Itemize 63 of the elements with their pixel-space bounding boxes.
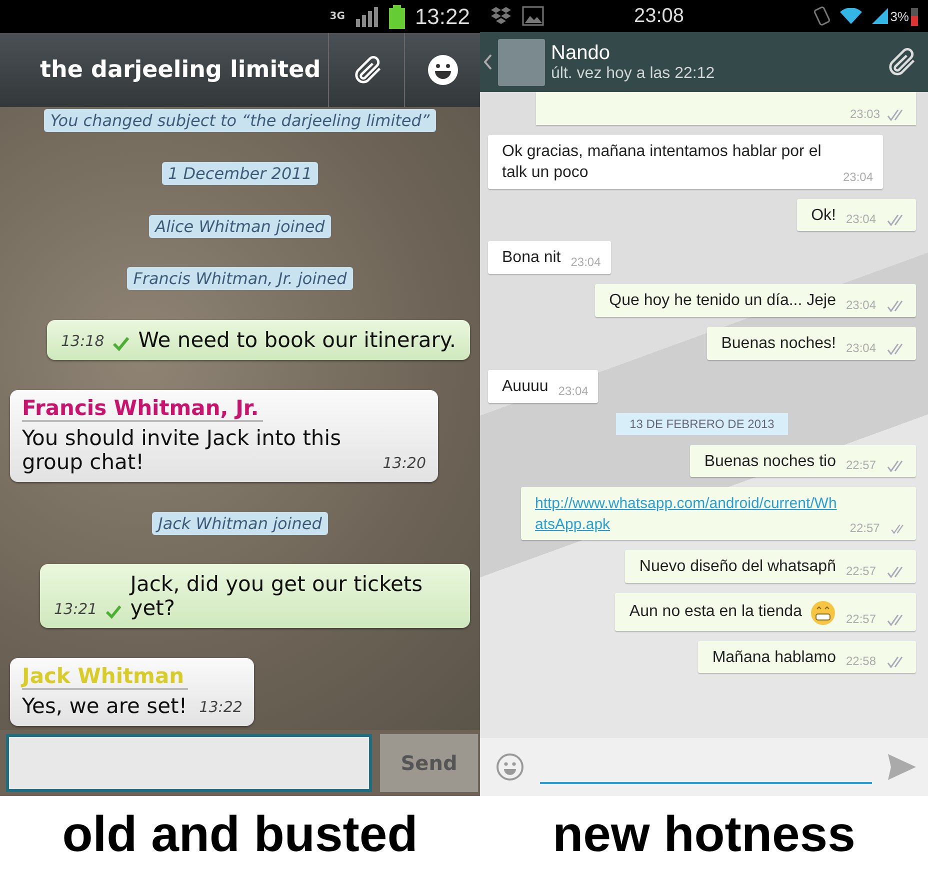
battery-percent: 3% bbox=[890, 8, 909, 24]
message-time: 13:20 bbox=[382, 454, 426, 474]
message-composer[interactable] bbox=[480, 738, 928, 796]
caption: new hotness bbox=[552, 805, 856, 864]
sender-name: Jack Whitman bbox=[22, 664, 188, 690]
system-notice: Francis Whitman, Jr. joined bbox=[127, 267, 353, 290]
wifi-icon bbox=[840, 8, 862, 24]
message-text: Yes, we are set! bbox=[22, 694, 188, 718]
message-time: 23:04 bbox=[558, 384, 588, 398]
message-time: 13:22 bbox=[199, 698, 242, 718]
message-time: 23:04 bbox=[846, 212, 876, 226]
message-time: 22:57 bbox=[850, 520, 880, 535]
system-notice: You changed subject to “the darjeeling limited” bbox=[44, 109, 436, 132]
message-time: 13:21 bbox=[54, 600, 98, 620]
message-time: 23:04 bbox=[846, 298, 876, 312]
message-text: Aun no esta en la tienda bbox=[629, 600, 836, 626]
status-time: 23:08 bbox=[634, 4, 686, 28]
message-time: 23:03 bbox=[850, 107, 880, 121]
message-text: You should invite Jack into this group chat! bbox=[22, 426, 342, 474]
message-link[interactable]: http://www.whatsapp.com/android/current/WhatsApp.apk bbox=[535, 494, 840, 535]
message-time: 22:57 bbox=[846, 612, 876, 626]
sender-name: Francis Whitman, Jr. bbox=[22, 396, 263, 422]
message-time: 23:04 bbox=[570, 255, 601, 270]
message-time: 22:57 bbox=[846, 564, 876, 578]
message-text: Mañana hablamo bbox=[712, 648, 836, 668]
double-check-icon bbox=[890, 522, 906, 535]
image-icon bbox=[522, 6, 544, 26]
message-text: Ok! bbox=[811, 206, 836, 226]
system-notice: Alice Whitman joined bbox=[149, 214, 331, 238]
message-text: Bona nit bbox=[502, 248, 561, 268]
caption: old and busted bbox=[61, 805, 419, 864]
check-icon bbox=[112, 336, 130, 352]
last-seen: últ. vez hoy a las 22:12 bbox=[551, 64, 716, 82]
signal-icon bbox=[872, 8, 888, 24]
status-time: 13:22 bbox=[414, 4, 470, 30]
signal-icon bbox=[354, 6, 379, 26]
message-input-field[interactable] bbox=[6, 734, 372, 792]
battery-icon bbox=[388, 4, 405, 28]
message-text: Ok gracias, mañana intentamos hablar por el talk un poco bbox=[502, 142, 822, 183]
box-icon bbox=[490, 6, 512, 26]
message-text: Nuevo diseño del whatsapñ bbox=[639, 556, 836, 577]
rotation-icon bbox=[814, 6, 830, 26]
message-text: Auuuu bbox=[502, 376, 548, 397]
send-button[interactable]: Send bbox=[380, 734, 478, 792]
message-text: We need to book our itinerary. bbox=[138, 328, 456, 352]
message-time: 22:57 bbox=[846, 458, 876, 472]
message-text: Buenas noches tio bbox=[704, 452, 836, 472]
message-time: 23:04 bbox=[842, 170, 873, 184]
message-time: 23:04 bbox=[846, 340, 876, 355]
back-icon[interactable] bbox=[484, 54, 492, 70]
contact-name: Nando bbox=[551, 42, 611, 64]
check-icon bbox=[105, 604, 122, 620]
message-time: 22:58 bbox=[846, 654, 876, 668]
battery-icon bbox=[911, 6, 918, 26]
message-time: 13:18 bbox=[61, 332, 104, 352]
message-text: Jack, did you get our tickets yet? bbox=[130, 572, 424, 620]
network-type-icon: 3G bbox=[330, 11, 345, 22]
message-text: Que hoy he tenido un día... Jeje bbox=[609, 291, 836, 312]
system-notice: Jack Whitman joined bbox=[152, 512, 328, 534]
smiley-icon[interactable] bbox=[426, 54, 458, 86]
system-notice: 1 December 2011 bbox=[162, 162, 318, 185]
message-text: Buenas noches! bbox=[721, 334, 836, 354]
chat-title: the darjeeling limited bbox=[39, 56, 322, 85]
